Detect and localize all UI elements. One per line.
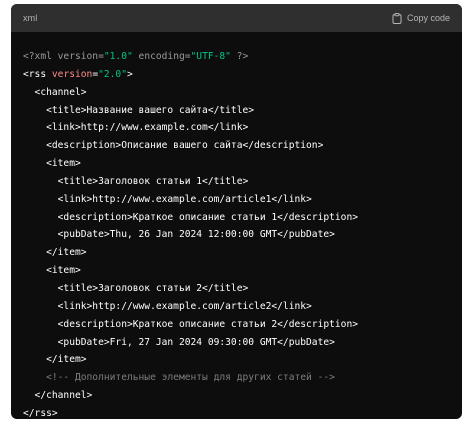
code-line: <description>Краткое описание статьи 1</… — [23, 209, 450, 227]
code-line: </item> — [23, 351, 450, 369]
code-token-default: </item> — [23, 247, 87, 259]
code-token-default: </item> — [23, 354, 87, 366]
code-line: <link>http://www.example.com/article1</l… — [23, 191, 450, 209]
code-line: <!-- Дополнительные элементы для других … — [23, 369, 450, 387]
code-line: <title>Заголовок статьи 2</title> — [23, 280, 450, 298]
code-token-comment: <!-- Дополнительные элементы для других … — [23, 372, 335, 384]
code-token-default: <pubDate>Fri, 27 Jan 2024 09:30:00 GMT</… — [23, 336, 335, 348]
code-token-default: <description>Краткое описание статьи 1</… — [23, 211, 359, 223]
code-token-str: "UTF-8" — [190, 51, 231, 62]
code-line: </channel> — [23, 387, 450, 405]
code-token-str: "1.0" — [103, 51, 133, 62]
code-token-str: "2.0" — [98, 68, 127, 80]
code-token-default: <title>Заголовок статьи 2</title> — [23, 282, 249, 294]
code-line: <channel> — [23, 84, 450, 102]
code-content[interactable]: <?xml version="1.0" encoding="UTF-8" ?> <… — [11, 32, 462, 419]
code-token-default: <pubDate>Thu, 26 Jan 2024 12:00:00 GMT</… — [23, 229, 335, 241]
code-token-default: <link>http://www.example.com</link> — [23, 122, 249, 134]
code-line: <item> — [23, 155, 450, 173]
copy-code-button[interactable]: Copy code — [392, 12, 450, 24]
code-line: </item> — [23, 244, 450, 262]
code-line: <description>Описание вашего сайта</desc… — [23, 137, 450, 155]
code-line: <description>Краткое описание статьи 2</… — [23, 316, 450, 334]
copy-code-label: Copy code — [406, 13, 450, 23]
code-token-default: <rss — [23, 68, 52, 80]
code-line: <rss version="2.0"> — [23, 66, 450, 84]
code-token-default: </channel> — [23, 390, 93, 402]
code-token-default: <title>Название вашего сайта</title> — [23, 104, 255, 116]
code-line: <title>Название вашего сайта</title> — [23, 102, 450, 120]
code-line: <link>http://www.example.com/article2</l… — [23, 298, 450, 316]
code-line: <item> — [23, 262, 450, 280]
code-token-default: <link>http://www.example.com/article1</l… — [23, 193, 312, 205]
code-token-attr: version — [51, 68, 93, 80]
code-line: <link>http://www.example.com</link> — [23, 119, 450, 137]
code-token-default: </rss> — [23, 407, 58, 419]
code-token-default: > — [127, 68, 133, 80]
code-token-default: <item> — [23, 158, 81, 170]
code-line: <title>Заголовок статьи 1</title> — [23, 173, 450, 191]
code-line: <?xml version="1.0" encoding="UTF-8" ?> — [23, 48, 450, 66]
code-token-default: <description>Описание вашего сайта</desc… — [23, 140, 324, 152]
code-block-header: xml Copy code — [11, 4, 462, 32]
code-token-decl: ?> — [230, 51, 249, 62]
code-token-decl: <?xml version= — [23, 51, 104, 62]
code-token-default: <item> — [23, 265, 81, 277]
clipboard-icon — [392, 12, 402, 24]
code-line: </rss> — [23, 405, 450, 419]
code-token-default: <title>Заголовок статьи 1</title> — [23, 175, 249, 187]
code-language-label: xml — [23, 13, 38, 23]
code-block: xml Copy code <?xml version="1.0" encodi… — [11, 4, 462, 419]
code-line: <pubDate>Fri, 27 Jan 2024 09:30:00 GMT</… — [23, 334, 450, 352]
code-token-decl: encoding= — [132, 51, 191, 62]
code-token-default: <description>Краткое описание статьи 2</… — [23, 318, 359, 330]
code-token-default: <link>http://www.example.com/article2</l… — [23, 300, 312, 312]
code-token-default: <channel> — [23, 86, 87, 98]
code-line: <pubDate>Thu, 26 Jan 2024 12:00:00 GMT</… — [23, 226, 450, 244]
